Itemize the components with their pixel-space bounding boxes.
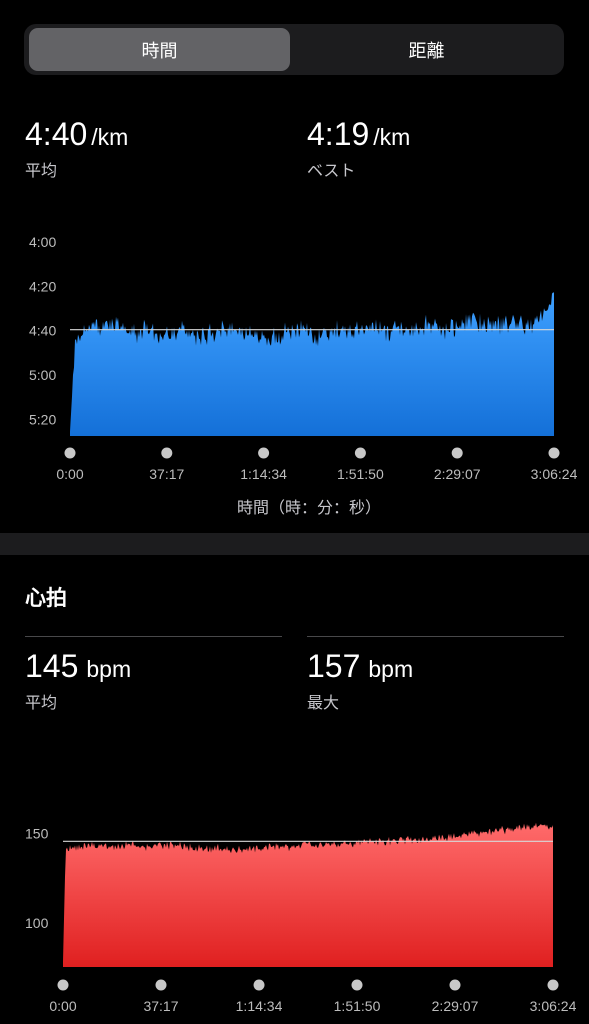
pace-average-value: 4:40 xyxy=(25,116,88,152)
x-tick-label: 2:29:07 xyxy=(434,466,481,482)
y-tick-label: 100 xyxy=(25,915,49,931)
x-tick-dot xyxy=(354,447,366,459)
x-tick-label: 1:51:50 xyxy=(334,998,381,1014)
pace-average-unit: /km xyxy=(91,124,129,150)
x-tick-dot xyxy=(258,447,270,459)
heart-average-value-row: 145 bpm xyxy=(25,648,131,687)
pace-best-unit: /km xyxy=(373,124,411,150)
pace-chart: 4:00 4:20 4:40 5:00 5:20 0:00 37:17 1:14:34 1:51… xyxy=(29,234,578,482)
heart-max-rule xyxy=(307,636,564,637)
tab-distance[interactable]: 距離 xyxy=(294,28,559,71)
x-tick-dot xyxy=(548,447,560,459)
x-tick-label: 0:00 xyxy=(56,466,83,482)
x-tick-dot xyxy=(161,447,173,459)
x-tick-dot xyxy=(155,979,167,991)
heart-max-unit: bpm xyxy=(368,656,414,682)
x-tick-label: 3:06:24 xyxy=(531,466,578,482)
x-tick-label: 37:17 xyxy=(143,998,178,1014)
y-tick-label: 5:00 xyxy=(29,367,56,383)
x-tick-label: 1:14:34 xyxy=(240,466,287,482)
x-tick-dot xyxy=(547,979,559,991)
x-tick-dot xyxy=(64,447,76,459)
heart-rate-chart: 150 100 0:00 37:17 1:14:34 1:51:50 2:29:07 3:06… xyxy=(25,822,577,1014)
x-tick-dot xyxy=(57,979,69,991)
pace-best-value-row: 4:19/km xyxy=(307,116,410,155)
x-tick-label: 0:00 xyxy=(49,998,76,1014)
x-tick-label: 2:29:07 xyxy=(432,998,479,1014)
tab-time[interactable]: 時間 xyxy=(29,28,290,71)
heart-average-rule xyxy=(25,636,282,637)
heart-max-stat: 157 bpm 最大 xyxy=(307,648,413,713)
x-tick-dot xyxy=(351,979,363,991)
heart-average-value: 145 xyxy=(25,648,79,684)
pace-area xyxy=(70,292,554,436)
heart-average-stat: 145 bpm 平均 xyxy=(25,648,131,713)
y-tick-label: 4:20 xyxy=(29,278,56,294)
pace-average-value-row: 4:40/km xyxy=(25,116,128,155)
y-tick-label: 5:20 xyxy=(29,411,56,427)
y-tick-label: 4:00 xyxy=(29,234,56,250)
x-tick-label: 1:51:50 xyxy=(337,466,384,482)
y-tick-label: 150 xyxy=(25,825,49,841)
heart-average-label: 平均 xyxy=(25,693,58,712)
heart-rate-area xyxy=(63,822,553,967)
heart-rate-section-title: 心拍 xyxy=(25,586,67,610)
y-tick-label: 4:40 xyxy=(29,323,56,339)
x-tick-dot xyxy=(253,979,265,991)
x-tick-dot xyxy=(449,979,461,991)
x-tick-label: 1:14:34 xyxy=(236,998,283,1014)
pace-best-label: ベスト xyxy=(307,161,356,180)
view-mode-segmented-control: 時間 距離 xyxy=(24,24,564,75)
heart-average-unit: bpm xyxy=(86,656,132,682)
x-tick-dot xyxy=(451,447,463,459)
x-tick-label: 3:06:24 xyxy=(530,998,577,1014)
heart-max-label: 最大 xyxy=(307,693,340,712)
x-tick-label: 37:17 xyxy=(149,466,184,482)
pace-average-stat: 4:40/km 平均 xyxy=(25,116,128,181)
section-divider xyxy=(0,533,589,555)
heart-max-value: 157 xyxy=(307,648,361,684)
pace-best-stat: 4:19/km ベスト xyxy=(307,116,410,181)
pace-best-value: 4:19 xyxy=(307,116,370,152)
pace-x-axis-title: 時間（時：分：秒） xyxy=(236,498,381,517)
pace-average-label: 平均 xyxy=(25,161,58,180)
heart-max-value-row: 157 bpm xyxy=(307,648,413,687)
